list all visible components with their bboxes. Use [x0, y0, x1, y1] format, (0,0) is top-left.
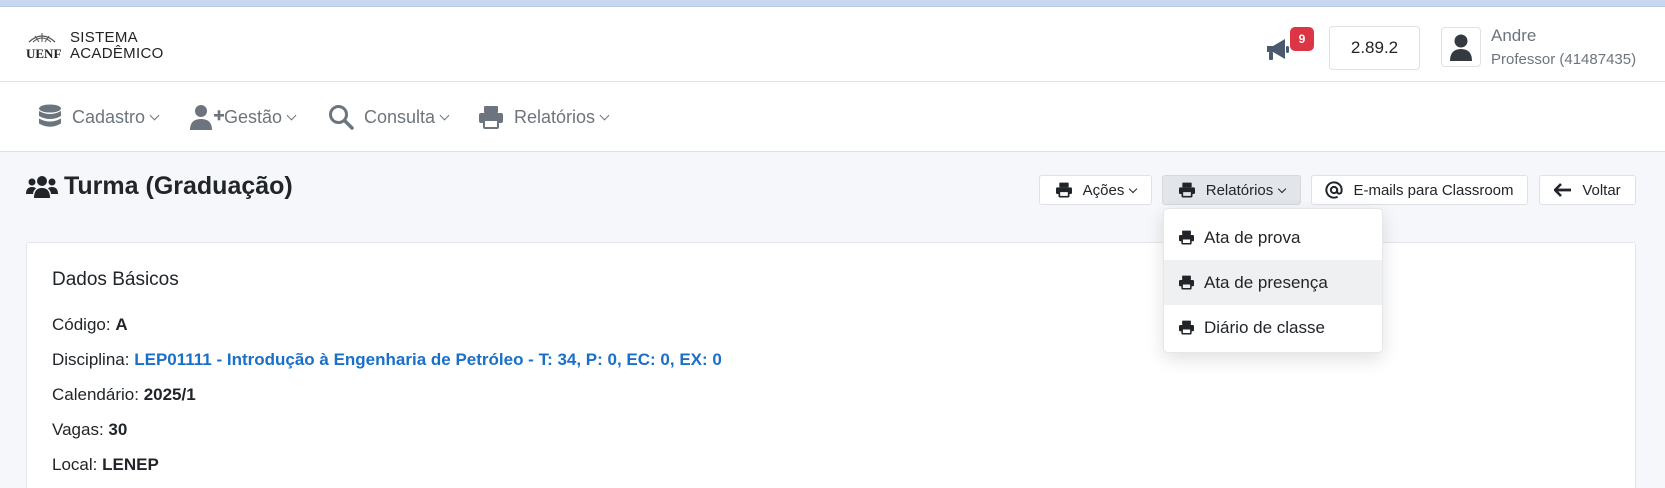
nav-label-relatorios: Relatórios: [514, 106, 596, 127]
app-logo[interactable]: UENF SISTEMA ACADÊMICO: [26, 29, 164, 63]
user-role: Professor (41487435): [1491, 51, 1637, 68]
relatorios-dropdown-menu: Ata de prova Ata de presença Diário de c…: [1163, 208, 1383, 353]
voltar-label: Voltar: [1582, 181, 1621, 199]
users-icon: [26, 175, 58, 198]
field-disciplina: Disciplina: LEP01111 - Introdução à Enge…: [52, 350, 722, 370]
printer-icon: [1179, 275, 1194, 290]
field-vagas: Vagas: 30: [52, 420, 127, 440]
menu-item-label: Ata de prova: [1204, 227, 1301, 247]
menu-item-label: Ata de presença: [1204, 272, 1328, 292]
logo-text: SISTEMA ACADÊMICO: [70, 30, 164, 62]
field-value: 30: [108, 420, 128, 439]
voltar-button[interactable]: Voltar: [1539, 175, 1636, 205]
field-value: A: [115, 315, 128, 334]
emails-classroom-label: E-mails para Classroom: [1353, 181, 1514, 199]
field-calendario: Calendário: 2025/1: [52, 385, 196, 405]
acoes-button[interactable]: Ações: [1039, 175, 1152, 205]
user-plus-icon: [190, 105, 224, 130]
printer-icon: [1178, 182, 1195, 198]
avatar[interactable]: [1441, 27, 1481, 67]
card-title: Dados Básicos: [52, 269, 179, 290]
chevron-down-icon: [599, 110, 610, 121]
printer-icon: [479, 106, 503, 129]
megaphone-icon[interactable]: [1263, 35, 1293, 65]
arrow-left-icon: [1554, 183, 1572, 197]
page-title-text: Turma (Graduação): [64, 172, 293, 200]
field-value: LENEP: [102, 455, 159, 474]
printer-icon: [1179, 320, 1194, 335]
menu-item-ata-de-presenca[interactable]: Ata de presença: [1164, 260, 1382, 305]
logo-mark-text: UENF: [26, 46, 61, 61]
chevron-down-icon: [439, 110, 450, 121]
user-name: Andre: [1491, 26, 1537, 45]
top-accent-bar: [0, 0, 1665, 7]
menu-item-ata-de-prova[interactable]: Ata de prova: [1164, 215, 1382, 260]
database-icon: [39, 104, 61, 127]
emails-classroom-button[interactable]: E-mails para Classroom: [1311, 175, 1528, 205]
relatorios-button-label: Relatórios: [1205, 181, 1274, 199]
menu-item-diario-de-classe[interactable]: Diário de classe: [1164, 305, 1382, 350]
printer-icon: [1055, 182, 1072, 198]
nav-label-cadastro: Cadastro: [72, 106, 146, 127]
printer-icon: [1179, 230, 1194, 245]
uenf-logo-icon: UENF: [26, 29, 66, 63]
at-sign-icon: [1325, 181, 1344, 199]
chevron-down-icon: [1278, 184, 1287, 193]
nav-item-gestao[interactable]: Gestão: [190, 82, 297, 152]
app-header: UENF SISTEMA ACADÊMICO 9 2.89.2 Andre Pr…: [0, 7, 1665, 82]
field-label: Vagas:: [52, 420, 104, 439]
main-nav: Cadastro Gestão Consulta Relatórios: [0, 82, 1665, 152]
field-value: 2025/1: [143, 385, 196, 404]
menu-item-label: Diário de classe: [1204, 317, 1325, 337]
field-label: Disciplina:: [52, 350, 130, 369]
nav-label-gestao: Gestão: [224, 106, 283, 127]
version-label: 2.89.2: [1329, 26, 1420, 70]
field-label: Calendário:: [52, 385, 139, 404]
nav-item-consulta[interactable]: Consulta: [328, 82, 450, 152]
chevron-down-icon: [1129, 184, 1138, 193]
field-local: Local: LENEP: [52, 455, 159, 475]
field-codigo: Código: A: [52, 315, 128, 335]
nav-item-relatorios[interactable]: Relatórios: [478, 82, 610, 152]
page-title: Turma (Graduação): [26, 172, 293, 201]
chevron-down-icon: [286, 110, 297, 121]
search-icon: [329, 105, 354, 130]
user-icon: [1450, 34, 1472, 61]
logo-line-2: ACADÊMICO: [70, 45, 164, 62]
field-label: Local:: [52, 455, 98, 474]
dados-basicos-card: Dados Básicos Código: A Disciplina: LEP0…: [26, 242, 1636, 488]
field-label: Código:: [52, 315, 111, 334]
relatorios-button[interactable]: Relatórios: [1162, 175, 1301, 205]
notifications-badge[interactable]: 9: [1290, 27, 1314, 51]
logo-line-1: SISTEMA: [70, 29, 138, 46]
acoes-button-label: Ações: [1082, 181, 1125, 199]
nav-label-consulta: Consulta: [364, 106, 436, 127]
nav-item-cadastro[interactable]: Cadastro: [38, 82, 160, 152]
chevron-down-icon: [149, 110, 160, 121]
disciplina-link[interactable]: LEP01111 - Introdução à Engenharia de Pe…: [134, 350, 722, 369]
